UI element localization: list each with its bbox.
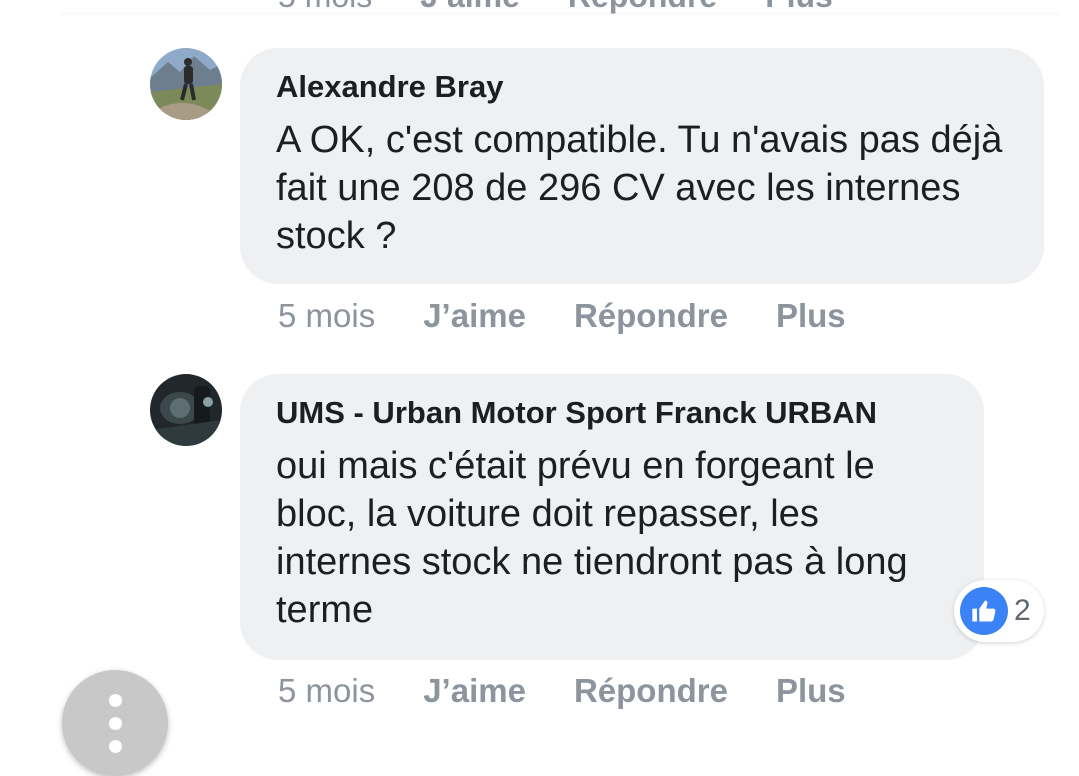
comment-actions: 5 mois J’aime Répondre Plus bbox=[278, 297, 894, 335]
comment-time: 5 mois bbox=[278, 672, 376, 709]
user-avatar-hiker-icon bbox=[150, 48, 222, 120]
comment-text: A OK, c'est compatible. Tu n'avais pas d… bbox=[276, 119, 1003, 257]
more-vertical-icon bbox=[108, 693, 122, 707]
comment-actions: 5 mois J’aime Répondre Plus bbox=[278, 672, 894, 710]
avatar[interactable] bbox=[150, 48, 222, 120]
reaction-summary[interactable]: 2 bbox=[954, 580, 1044, 642]
comment-time: 5 mois bbox=[278, 297, 376, 334]
comment-author[interactable]: Alexandre Bray bbox=[276, 68, 1008, 106]
like-link[interactable]: J’aime bbox=[423, 672, 526, 710]
comment-time: 5 mois bbox=[278, 0, 372, 15]
comment-author[interactable]: UMS - Urban Motor Sport Franck URBAN bbox=[276, 394, 948, 432]
reply-link[interactable]: Répondre bbox=[568, 0, 717, 15]
more-link[interactable]: Plus bbox=[776, 297, 846, 335]
comment-text: oui mais c'était prévu en forgeant le bl… bbox=[276, 445, 908, 631]
reaction-count: 2 bbox=[1014, 594, 1031, 627]
avatar[interactable] bbox=[150, 374, 222, 446]
user-avatar-car-icon bbox=[150, 374, 222, 446]
more-options-button[interactable] bbox=[62, 670, 168, 776]
comment-bubble[interactable]: UMS - Urban Motor Sport Franck URBAN oui… bbox=[240, 374, 984, 660]
like-link[interactable]: J’aime bbox=[423, 297, 526, 335]
reply-link[interactable]: Répondre bbox=[574, 297, 728, 335]
more-link[interactable]: Plus bbox=[765, 0, 833, 15]
more-link[interactable]: Plus bbox=[776, 672, 846, 710]
comment-bubble[interactable]: Alexandre Bray A OK, c'est compatible. T… bbox=[240, 48, 1044, 284]
like-link[interactable]: J’aime bbox=[420, 0, 520, 15]
previous-comment-actions: 5 mois J’aime Répondre Plus bbox=[278, 0, 833, 15]
thumbs-up-icon bbox=[960, 587, 1008, 635]
reply-link[interactable]: Répondre bbox=[574, 672, 728, 710]
